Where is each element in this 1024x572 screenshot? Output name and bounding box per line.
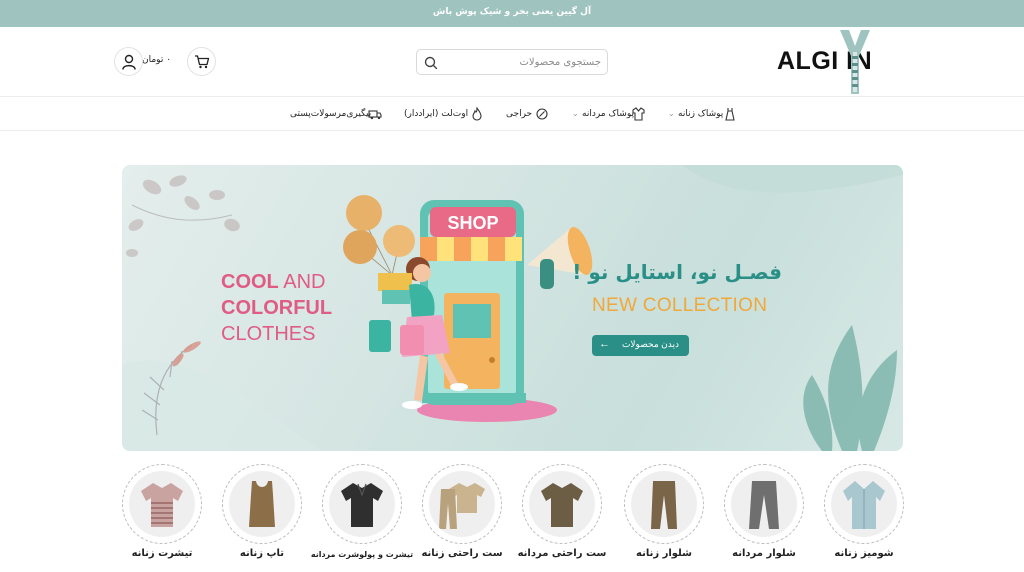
tank-icon (249, 481, 275, 527)
category-item[interactable]: شلوار زنانه (624, 464, 704, 572)
leaves-decoration (126, 175, 240, 257)
flame-icon (472, 107, 482, 121)
nav-item-label: حراجی (506, 109, 533, 119)
discount-icon (536, 108, 548, 120)
set-icon (439, 483, 485, 529)
category-label: ست راحتی مردانه (517, 548, 607, 559)
category-ring (624, 464, 704, 544)
cart-total: ۰ تومان (142, 55, 172, 65)
tshirt-icon (541, 483, 583, 527)
shop-sign-text: SHOP (447, 213, 498, 233)
category-label: شومیز زنانه (834, 548, 894, 559)
category-ring (724, 464, 804, 544)
pants-icon (651, 481, 677, 529)
view-products-label: دیدن محصولات (621, 339, 679, 349)
nav-item-sale[interactable]: حراجی (506, 107, 548, 123)
category-label: شلوار زنانه (636, 548, 692, 559)
category-label: ست راحتی زنانه (421, 548, 503, 559)
search-box[interactable] (416, 49, 608, 75)
nav-item-womens-clothing[interactable]: ⌄ پوشاک زنانه (668, 107, 738, 123)
balloons (343, 195, 415, 276)
nav-item-mens-clothing[interactable]: ⌄ پوشاک مردانه (572, 107, 646, 123)
category-ring (222, 464, 302, 544)
category-ring (522, 464, 602, 544)
site-logo[interactable]: ALGI IN (777, 30, 913, 94)
nav-item-label: پیگیری‌مرسولات‌پستی (290, 109, 372, 119)
category-list: شومیز زنانه شلوار مردانه شلوار زنانه ست … (0, 464, 1024, 572)
new-collection-label: NEW COLLECTION (592, 295, 768, 316)
category-item[interactable]: تیشرت و پولوشرت مردانه (311, 464, 413, 572)
search-input[interactable] (443, 53, 601, 71)
category-item[interactable]: شومیز زنانه (824, 464, 904, 572)
category-label: تاپ زنانه (239, 548, 285, 559)
category-label: تیشرت و پولوشرت مردانه (310, 550, 414, 559)
category-ring (322, 464, 402, 544)
nav-item-label: اوت‌لت (ایراددار) (404, 109, 469, 119)
arrow-left-icon: ← (599, 338, 610, 350)
category-item[interactable]: تاپ زنانه (222, 464, 302, 572)
category-item[interactable]: تیشرت زنانه (122, 464, 202, 572)
headline-clothes: CLOTHES (221, 323, 316, 345)
dress-icon (725, 108, 735, 121)
search-icon[interactable] (424, 56, 438, 70)
category-label: شلوار مردانه (732, 548, 796, 559)
nav-item-label: پوشاک زنانه (678, 109, 724, 119)
awning (420, 237, 522, 261)
category-ring (422, 464, 502, 544)
tshirt-icon (141, 483, 183, 527)
blouse-icon (843, 481, 885, 529)
view-products-button[interactable]: دیدن محصولات ← (592, 335, 689, 356)
category-item[interactable]: ست راحتی مردانه (518, 464, 606, 572)
truck-icon (368, 110, 382, 120)
palm-leaves-decoration (803, 325, 897, 451)
category-item[interactable]: ست راحتی زنانه (421, 464, 503, 572)
chevron-down-icon: ⌄ (572, 109, 579, 118)
nav-item-label: پوشاک مردانه (582, 109, 634, 119)
nav-item-outlet[interactable]: اوت‌لت (ایراددار) (404, 107, 484, 123)
announcement-bar: آل گیین یعنی بخر و شیک پوش باش (0, 0, 1024, 27)
logo-zipper-icon (840, 30, 870, 94)
site-header: ALGI IN ۰ تومان (0, 27, 1024, 97)
persian-headline: فصـل نو، استایل نو ! (572, 260, 782, 284)
main-nav: ⌄ پوشاک زنانه ⌄ پوشاک مردانه حراجی اوت‌ل… (0, 98, 1024, 131)
announcement-text: آل گیین یعنی بخر و شیک پوش باش (432, 7, 592, 17)
english-headline: COOL AND COLORFUL CLOTHES (221, 269, 332, 347)
headline-and: AND (278, 271, 326, 293)
chevron-down-icon: ⌄ (668, 109, 675, 118)
headline-cool: COOL (221, 271, 279, 293)
nav-item-tracking[interactable]: پیگیری‌مرسولات‌پستی (290, 107, 382, 123)
category-item[interactable]: شلوار مردانه (724, 464, 804, 572)
category-ring (824, 464, 904, 544)
category-ring (122, 464, 202, 544)
shirt-icon (632, 107, 645, 121)
pants-icon (749, 481, 779, 529)
cart-button[interactable] (187, 47, 216, 76)
category-label: تیشرت زنانه (131, 548, 193, 559)
hero-banner[interactable]: SHOP COOL AND COLORFUL CLOTHES فصـل نو، … (122, 165, 903, 451)
cart-icon (195, 55, 210, 69)
account-button[interactable] (114, 47, 143, 76)
headline-colorful: COLORFUL (221, 297, 333, 319)
polo-icon (341, 483, 383, 527)
user-icon (122, 54, 136, 70)
